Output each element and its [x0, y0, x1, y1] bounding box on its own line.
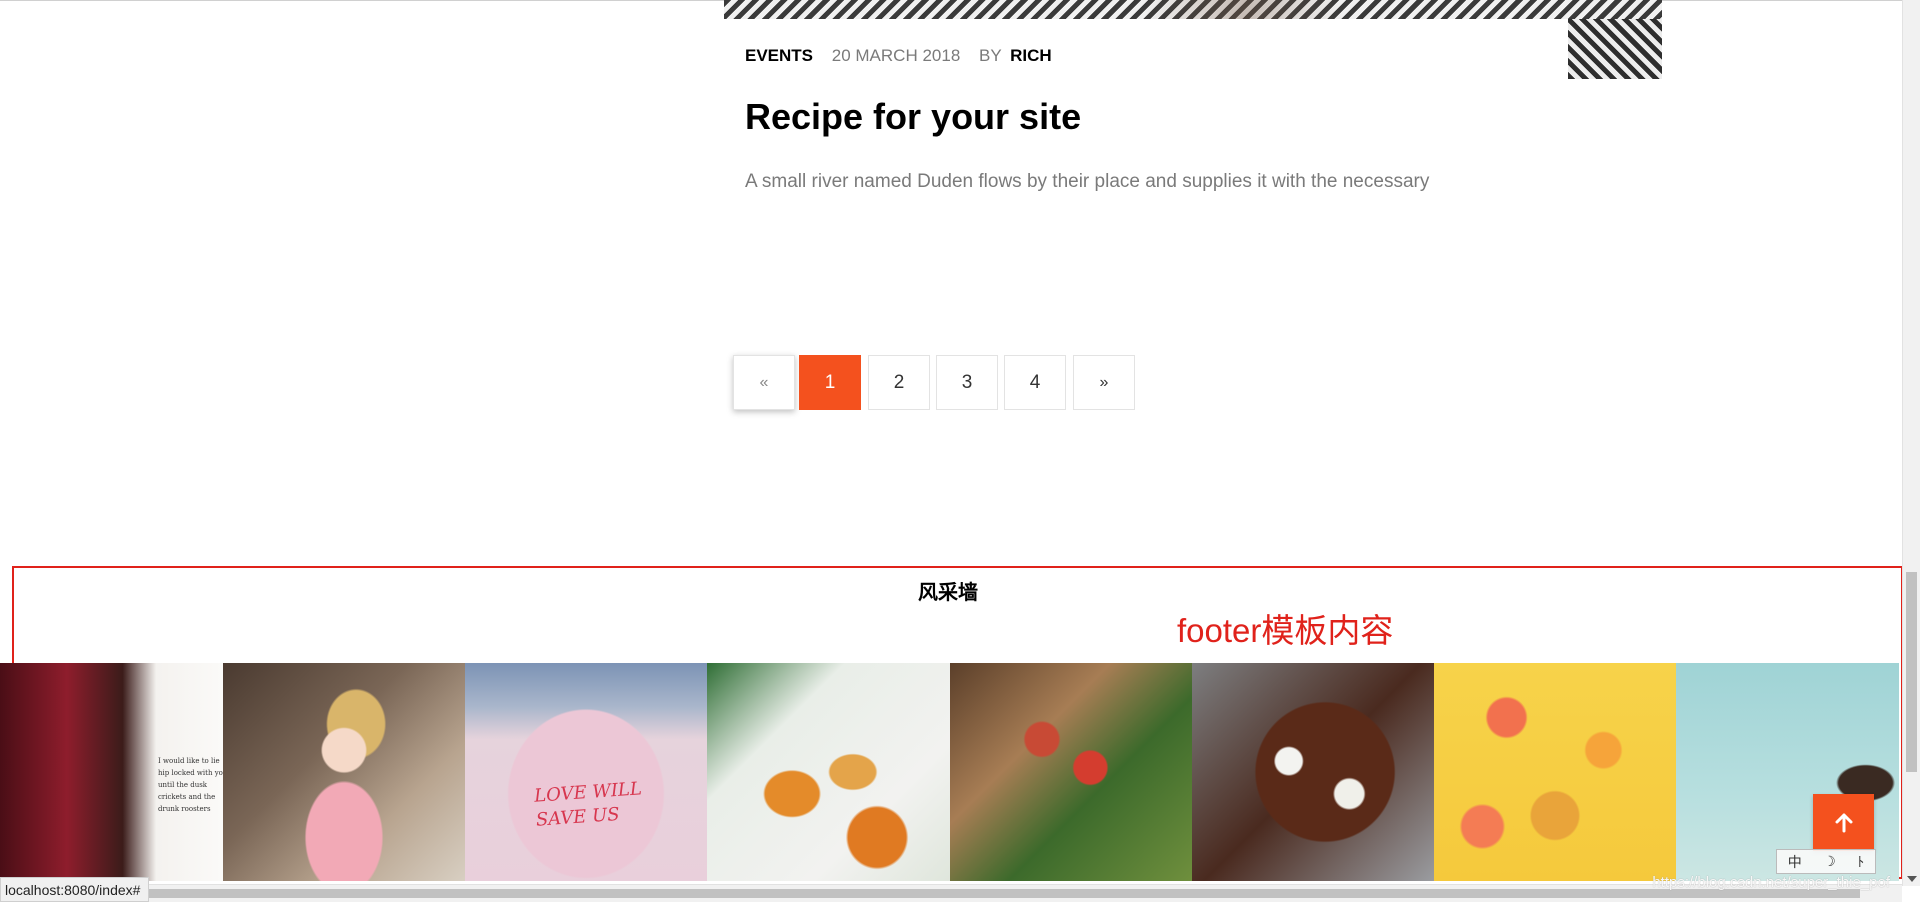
- ime-toolbar[interactable]: 中 ☽ ﾄ: [1776, 849, 1876, 874]
- post-by-label: BY: [979, 46, 1002, 65]
- pagination-prev-button[interactable]: «: [733, 355, 795, 410]
- post-image-corner: [1568, 19, 1662, 79]
- gallery-photo-citrus[interactable]: [1434, 663, 1676, 881]
- gallery-photo-shirt-text: LOVE WILL SAVE US: [533, 778, 643, 831]
- pagination-page-4[interactable]: 4: [1004, 355, 1066, 410]
- photo-gallery: I would like to lie hip locked with you …: [0, 663, 1899, 881]
- horizontal-scrollbar[interactable]: [0, 884, 1902, 902]
- post-category-link[interactable]: EVENTS: [745, 46, 813, 65]
- footer-title: 风采墙: [918, 582, 978, 604]
- ime-chinese-mode[interactable]: 中: [1788, 852, 1802, 872]
- gallery-photo-meatballs[interactable]: [1192, 663, 1434, 881]
- gallery-photo-juices[interactable]: [707, 663, 950, 881]
- post-title[interactable]: Recipe for your site: [745, 96, 1081, 138]
- ime-punctuation-icon[interactable]: ﾄ: [1857, 852, 1864, 872]
- pagination-next-button[interactable]: »: [1073, 355, 1135, 410]
- gallery-photo-tshirt[interactable]: LOVE WILL SAVE US: [465, 663, 707, 881]
- gallery-photo-apples[interactable]: [950, 663, 1192, 881]
- pagination-page-3[interactable]: 3: [936, 355, 998, 410]
- pagination-page-2[interactable]: 2: [868, 355, 930, 410]
- gallery-photo-note-text: I would like to lie hip locked with you …: [158, 757, 223, 813]
- watermark: https://blog.csdn.net/super_thie_pof: [1652, 874, 1890, 891]
- post-image[interactable]: [724, 0, 1662, 19]
- scroll-down-arrow-icon[interactable]: [1907, 876, 1917, 882]
- vertical-scrollbar[interactable]: [1902, 0, 1920, 886]
- vertical-scrollbar-thumb[interactable]: [1906, 572, 1917, 772]
- gallery-photo-flowers[interactable]: I would like to lie hip locked with you …: [0, 663, 223, 881]
- back-to-top-button[interactable]: [1813, 794, 1874, 851]
- ime-moon-icon[interactable]: ☽: [1823, 853, 1836, 870]
- post-date: 20 MARCH 2018: [831, 46, 961, 65]
- post-excerpt: A small river named Duden flows by their…: [745, 171, 1430, 192]
- status-bar-url: localhost:8080/index#: [0, 877, 150, 902]
- pagination-page-1[interactable]: 1: [799, 355, 861, 410]
- post-author-link[interactable]: RICH: [1010, 46, 1052, 65]
- gallery-photo-child[interactable]: [223, 663, 465, 881]
- footer-annotation-label: footer模板内容: [1177, 612, 1394, 649]
- post-meta: EVENTS 20 MARCH 2018 BY RICH: [745, 46, 1052, 66]
- arrow-up-icon: [1835, 813, 1852, 832]
- horizontal-scrollbar-thumb[interactable]: [20, 889, 1860, 898]
